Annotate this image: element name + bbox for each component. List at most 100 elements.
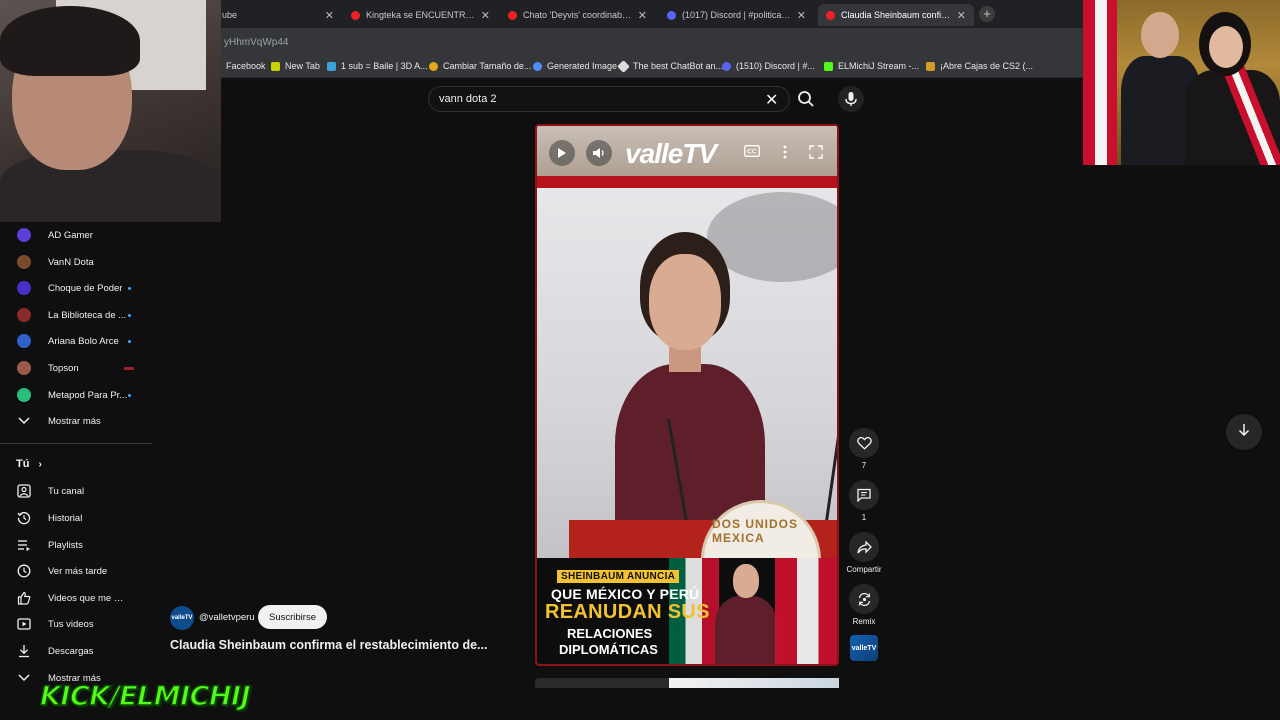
sidebar-item-your-channel[interactable]: Tu canal bbox=[0, 478, 152, 504]
bookmark-label: Generated Image bbox=[547, 61, 618, 71]
channel-avatar bbox=[17, 255, 31, 269]
video-title[interactable]: Claudia Sheinbaum confirma el restableci… bbox=[170, 638, 500, 652]
bookmark-item[interactable]: New Tab bbox=[271, 61, 320, 71]
close-icon[interactable]: ✕ bbox=[765, 90, 778, 110]
sidebar-item-label: Topson bbox=[48, 362, 79, 374]
play-icon[interactable] bbox=[549, 140, 575, 166]
channel-avatar[interactable]: valleTV bbox=[170, 606, 194, 630]
search-query: vann dota 2 bbox=[439, 93, 497, 105]
sidebar-divider bbox=[0, 443, 152, 444]
tab-label: ube bbox=[222, 10, 238, 20]
new-content-dot bbox=[128, 393, 131, 397]
sidebar-item-label: Tu canal bbox=[48, 485, 85, 497]
bookmark-label: 1 sub = Baile | 3D A... bbox=[341, 61, 428, 71]
sidebar-item-subscription[interactable]: La Biblioteca de ... bbox=[0, 302, 152, 328]
sidebar-item-subscription[interactable]: Choque de Poder bbox=[0, 275, 152, 301]
browser-tab-3[interactable]: Chato 'Deyvis' coordinaba des ✕ bbox=[500, 4, 655, 26]
bookmark-favicon-icon bbox=[824, 61, 833, 71]
browser-tab-1[interactable]: ube ✕ bbox=[214, 4, 342, 26]
fullscreen-icon[interactable] bbox=[809, 145, 823, 159]
sidebar-item-subscription[interactable]: Topson bbox=[0, 355, 152, 381]
remix-button[interactable]: Remix bbox=[849, 584, 879, 626]
browser-tab-4[interactable]: (1017) Discord | #politica | MIC ✕ bbox=[659, 4, 814, 26]
sidebar-item-label: Metapod Para Pr... bbox=[48, 389, 128, 401]
channel-handle[interactable]: @valletvperu bbox=[199, 612, 255, 623]
volume-icon[interactable] bbox=[586, 140, 612, 166]
like-button[interactable]: 7 bbox=[849, 428, 879, 470]
search-input[interactable]: vann dota 2 ✕ bbox=[428, 86, 790, 112]
bookmark-favicon-icon bbox=[533, 61, 542, 71]
comment-count: 1 bbox=[861, 513, 867, 522]
bookmark-favicon-icon bbox=[327, 61, 336, 71]
sidebar-item-liked-videos[interactable]: Videos que me gus... bbox=[0, 585, 152, 611]
photo-person-woman bbox=[1185, 12, 1280, 165]
bookmark-label: ELMichiJ Stream -... bbox=[838, 61, 920, 71]
thumbs-up-icon bbox=[16, 590, 32, 606]
sidebar-item-subscription[interactable]: Metapod Para Pr... bbox=[0, 382, 152, 408]
close-icon[interactable]: ✕ bbox=[481, 9, 490, 22]
youtube-icon bbox=[826, 10, 835, 20]
chevron-down-icon bbox=[16, 670, 32, 686]
next-video-button[interactable] bbox=[1226, 414, 1262, 450]
discord-icon bbox=[667, 10, 676, 20]
close-icon[interactable]: ✕ bbox=[638, 9, 647, 22]
live-indicator-icon bbox=[124, 366, 134, 370]
mic-icon[interactable] bbox=[838, 86, 864, 112]
bookmark-item[interactable]: The best ChatBot an... bbox=[617, 59, 723, 73]
more-options-icon[interactable] bbox=[783, 145, 787, 159]
browser-tab-2[interactable]: Kingteka se ENCUENTRA con s ✕ bbox=[343, 4, 498, 26]
tab-label: Claudia Sheinbaum confirma el bbox=[841, 10, 951, 20]
comments-button[interactable]: 1 bbox=[849, 480, 879, 522]
stream-watermark: KICK/ELMICHIJ bbox=[39, 680, 251, 713]
shorts-video-player[interactable]: valleTV CC DOS UNIDOS MEXICA SHEINBAUM A… bbox=[535, 124, 839, 666]
sidebar-item-subscription[interactable]: Ariana Bolo Arce bbox=[0, 328, 152, 354]
search-icon[interactable] bbox=[796, 89, 816, 109]
bookmark-item[interactable]: ELMichiJ Stream -... bbox=[824, 61, 919, 71]
channel-avatar bbox=[17, 361, 31, 375]
sidebar-item-downloads[interactable]: Descargas bbox=[0, 638, 152, 664]
bookmark-item[interactable]: (1510) Discord | #... bbox=[722, 61, 815, 71]
sidebar-item-watch-later[interactable]: Ver más tarde bbox=[0, 558, 152, 584]
video-headline-banner: SHEINBAUM ANUNCIA QUE MÉXICO Y PERÚ REAN… bbox=[537, 558, 837, 664]
bookmark-item[interactable]: ¡Abre Cajas de CS2 (... bbox=[926, 61, 1033, 71]
remix-icon bbox=[849, 584, 879, 614]
user-square-icon bbox=[16, 483, 32, 499]
bookmark-item[interactable]: Facebook bbox=[226, 61, 266, 71]
sidebar-show-more[interactable]: Mostrar más bbox=[0, 408, 152, 434]
channel-mini-text: valleTV bbox=[851, 644, 877, 652]
sidebar-item-label: VanN Dota bbox=[48, 256, 94, 268]
download-icon bbox=[16, 643, 32, 659]
share-button[interactable]: Compartir bbox=[844, 532, 884, 574]
like-count: 7 bbox=[861, 461, 867, 470]
tab-label: Chato 'Deyvis' coordinaba des bbox=[523, 10, 632, 20]
bookmark-item[interactable]: Generated Image bbox=[533, 61, 617, 71]
browser-tab-5-active[interactable]: Claudia Sheinbaum confirma el ✕ bbox=[818, 4, 974, 26]
webcam-person-shirt bbox=[0, 150, 221, 222]
chevron-down-icon bbox=[16, 413, 32, 429]
close-icon[interactable]: ✕ bbox=[957, 9, 966, 22]
banner-line: QUE MÉXICO Y PERÚ bbox=[551, 586, 700, 602]
video-header-strip: valleTV bbox=[537, 126, 837, 190]
bookmark-label: Facebook bbox=[226, 61, 266, 71]
close-icon[interactable]: ✕ bbox=[325, 9, 334, 22]
comment-icon bbox=[849, 480, 879, 510]
sidebar-item-subscription[interactable]: VanN Dota bbox=[0, 249, 152, 275]
sidebar-item-history[interactable]: Historial bbox=[0, 505, 152, 531]
seal-text: DOS UNIDOS MEXICA bbox=[712, 517, 799, 545]
closed-captions-icon[interactable]: CC bbox=[744, 145, 760, 157]
sidebar-item-your-videos[interactable]: Tus videos bbox=[0, 611, 152, 637]
next-short-preview[interactable] bbox=[535, 678, 839, 688]
history-icon bbox=[16, 510, 32, 526]
sidebar-section-you[interactable]: Tú › bbox=[16, 458, 42, 470]
subscribe-button[interactable]: Suscribirse bbox=[258, 605, 327, 629]
bookmark-favicon-icon bbox=[617, 59, 630, 73]
svg-text:CC: CC bbox=[747, 149, 757, 156]
channel-mini-avatar[interactable]: valleTV bbox=[850, 635, 878, 661]
bookmark-item[interactable]: 1 sub = Baile | 3D A... bbox=[327, 61, 428, 71]
bookmark-item[interactable]: Cambiar Tamaño de... bbox=[429, 61, 531, 71]
close-icon[interactable]: ✕ bbox=[797, 9, 806, 22]
new-tab-plus-icon[interactable]: + bbox=[979, 6, 995, 22]
sidebar-item-playlists[interactable]: Playlists bbox=[0, 532, 152, 558]
sidebar-item-subscription[interactable]: AD Gamer bbox=[0, 222, 152, 248]
sidebar-item-label: Playlists bbox=[48, 539, 83, 551]
